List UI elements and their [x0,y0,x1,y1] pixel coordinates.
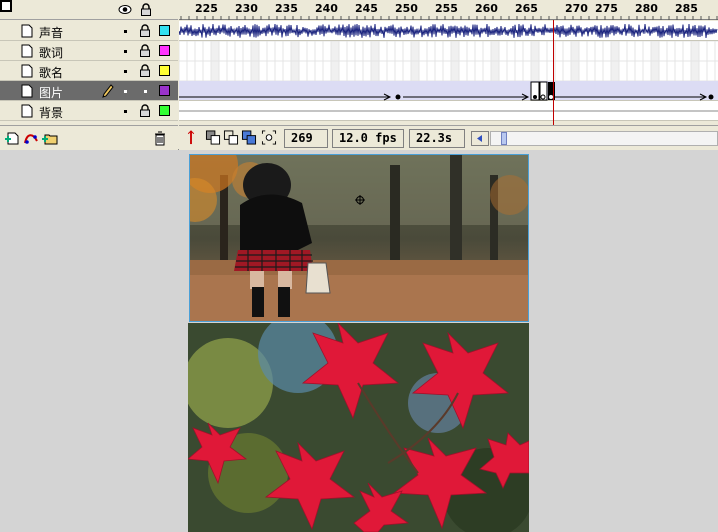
visibility-dot[interactable] [124,50,127,53]
lock-icon[interactable] [139,44,151,57]
insert-layer-icon[interactable] [4,131,20,146]
frame-row-sound[interactable] [178,21,718,41]
registration-point-icon [355,195,365,205]
lock-icon[interactable] [139,3,153,16]
pencil-icon [102,84,114,98]
horizontal-scrollbar-track[interactable] [490,131,718,146]
ruler-label: 225 [195,2,218,15]
layer-color-swatch[interactable] [159,65,170,76]
lock-dot[interactable] [144,90,147,93]
eye-icon[interactable] [118,3,132,16]
lock-icon[interactable] [139,64,151,77]
elapsed-time-display: 22.3s [409,129,465,148]
frame-rate-display[interactable]: 12.0 fps [332,129,404,148]
stage-photo-top[interactable] [189,154,529,322]
frame-row-song-title[interactable] [178,60,718,82]
layer-name: 歌词 [39,46,64,60]
layer-name: 歌名 [39,66,64,80]
ruler-label: 265 [515,2,538,15]
frame-row-background[interactable] [179,101,718,121]
layer-toolbar [0,125,178,150]
frame-cells [178,60,718,82]
layer-row-background[interactable]: 背景 [0,101,178,121]
layer-name: 声音 [39,26,64,40]
ruler-label: 240 [315,2,338,15]
ruler-label: 285 [675,2,698,15]
ruler-label: 270 [565,2,588,15]
layer-header [0,0,178,20]
center-frame-icon[interactable] [183,130,199,145]
layer-page-icon [21,64,33,78]
sound-waveform [178,23,718,38]
ruler-label: 255 [435,2,458,15]
lock-icon[interactable] [139,104,151,117]
visibility-dot[interactable] [124,110,127,113]
ruler-label: 245 [355,2,378,15]
onion-skin-icon[interactable] [205,130,221,145]
trash-icon[interactable] [152,131,168,146]
frame-cells [179,110,718,112]
layer-color-swatch[interactable] [159,105,170,116]
ruler-label: 280 [635,2,658,15]
ruler-label: 260 [475,2,498,15]
layer-page-icon [21,24,33,38]
frame-row-picture[interactable] [179,81,718,101]
ruler-label: 235 [275,2,298,15]
layer-page-icon [21,84,33,98]
timeline-status-bar: 269 12.0 fps 22.3s [179,125,718,150]
insert-folder-icon[interactable] [42,131,58,146]
playhead-line [553,20,554,127]
scroll-left-arrow-icon [477,135,482,142]
stage-photo-bottom[interactable] [188,323,529,532]
red-maple-leaves-image [188,323,529,532]
frame-ruler[interactable]: 225 230 235 240 245 250 255 260 265 270 … [179,0,718,20]
ruler-label: 275 [595,2,618,15]
edit-multiple-frames-icon[interactable] [241,130,257,145]
scroll-left-button[interactable] [471,131,489,146]
layer-list: 声音 歌词 歌名 图片 背景 [0,21,178,121]
layer-name: 背景 [39,106,64,120]
layer-page-icon [21,44,33,58]
visibility-dot[interactable] [124,30,127,33]
visibility-dot[interactable] [124,70,127,73]
visibility-dot[interactable] [124,90,127,93]
add-motion-guide-icon[interactable] [23,131,39,146]
frame-grid[interactable] [178,21,718,121]
ruler-label: 250 [395,2,418,15]
layer-name: 图片 [39,86,64,100]
frame-cells [178,40,718,62]
layer-color-swatch[interactable] [159,25,170,36]
girl-in-autumn-forest-image [190,155,528,321]
scrollbar-thumb[interactable] [501,132,507,145]
modify-onion-markers-icon[interactable] [261,130,277,145]
layer-color-swatch[interactable] [159,85,170,96]
timeline-panel: 声音 歌词 歌名 图片 背景 225 230 235 240 245 250 2… [0,0,718,150]
outline-icon[interactable] [0,0,12,12]
ruler-label: 230 [235,2,258,15]
frame-row-lyrics[interactable] [178,40,718,62]
layer-row-sound[interactable]: 声音 [0,21,178,41]
tween-track [179,81,714,101]
onion-skin-outlines-icon[interactable] [223,130,239,145]
layer-row-picture[interactable]: 图片 [0,81,178,101]
layer-color-swatch[interactable] [159,45,170,56]
layer-row-lyrics[interactable]: 歌词 [0,41,178,61]
lock-icon[interactable] [139,24,151,37]
layer-page-icon [21,104,33,118]
layer-row-song-title[interactable]: 歌名 [0,61,178,81]
current-frame-display: 269 [284,129,328,148]
